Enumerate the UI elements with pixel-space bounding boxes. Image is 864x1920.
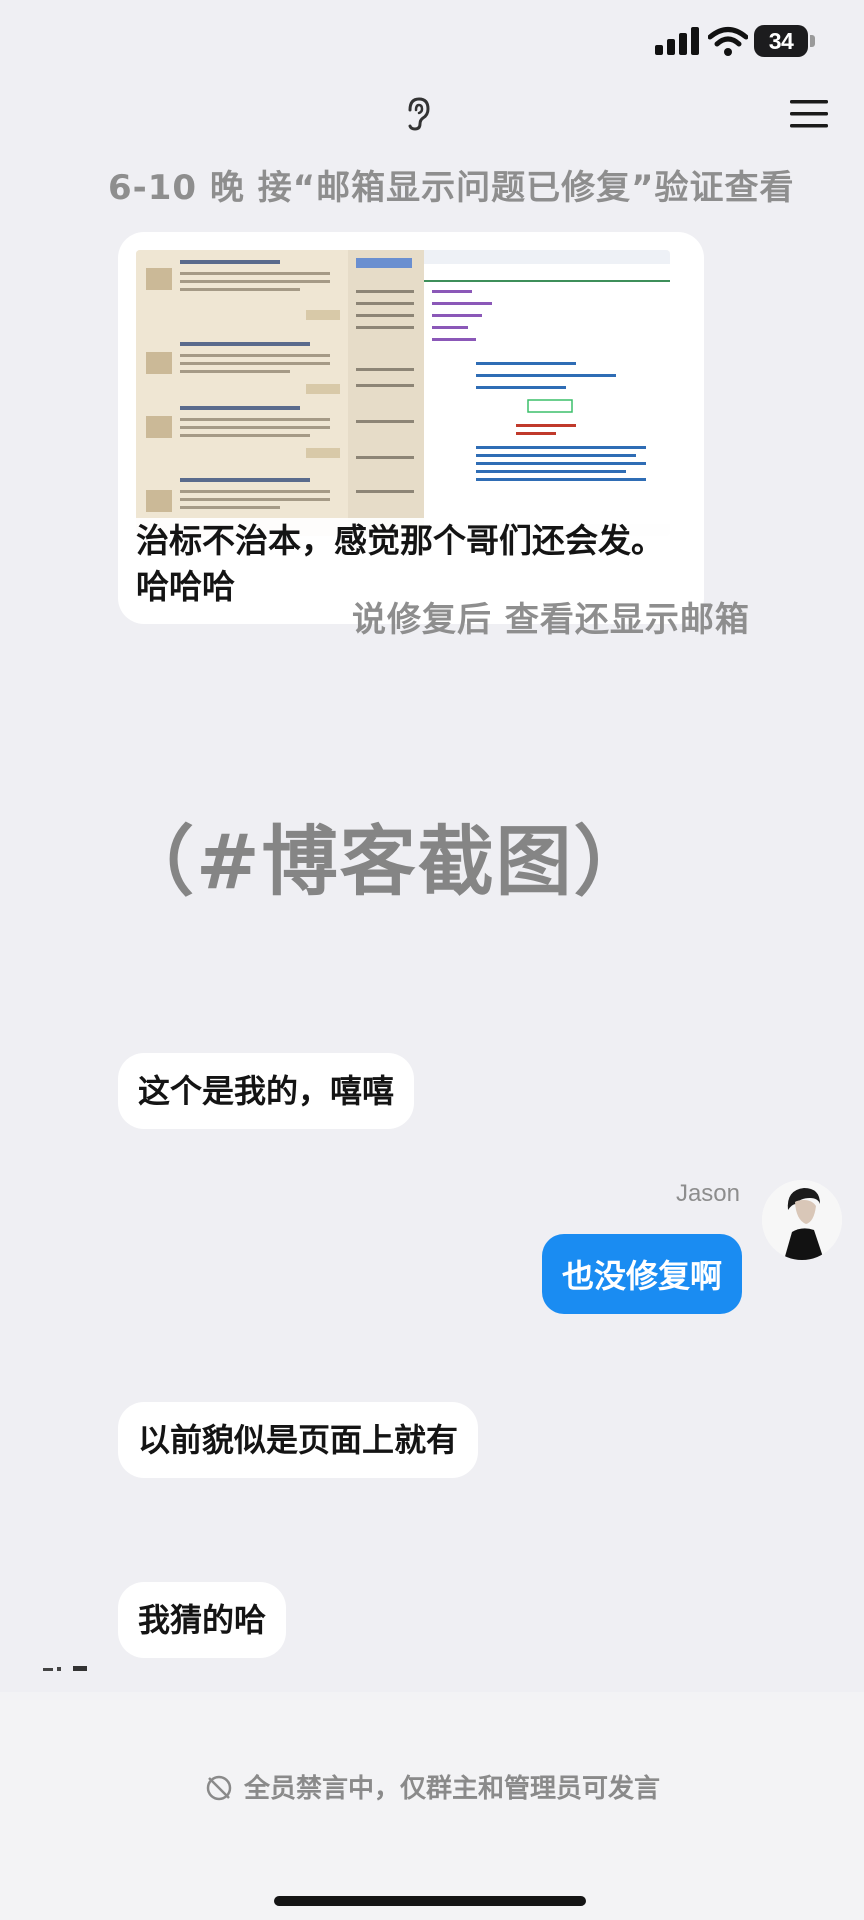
battery-level: 34 [768, 27, 794, 54]
blog-screenshot-image[interactable] [136, 250, 670, 536]
caption-line-1: 治标不治本，感觉那个哥们还会发。 [136, 521, 664, 560]
home-indicator[interactable] [274, 1896, 586, 1906]
avatar[interactable] [762, 1180, 842, 1260]
battery-icon: 34 [754, 25, 808, 57]
battery-cap [810, 35, 815, 47]
ear-icon[interactable] [404, 96, 432, 132]
message-text: 也没修复啊 [562, 1257, 723, 1295]
blog-screenshot-graphic [136, 250, 670, 536]
overlay-caption-tag: （#博客截图） [118, 817, 652, 906]
message-text: 这个是我的，嘻嘻 [138, 1072, 395, 1110]
message-text: 以前貌似是页面上就有 [138, 1421, 459, 1459]
status-bar: 34 [0, 0, 864, 84]
menu-icon[interactable] [790, 98, 828, 130]
avatar-image [762, 1180, 842, 1260]
sender-name: Jason [675, 1180, 740, 1207]
message-bubble[interactable]: 我猜的哈 [118, 1582, 287, 1658]
image-message-bubble[interactable]: 治标不治本，感觉那个哥们还会发。 哈哈哈 [118, 232, 704, 624]
message-text: 我猜的哈 [138, 1601, 267, 1639]
signal-icon [655, 27, 699, 55]
message-bubble[interactable]: 以前貌似是页面上就有 [118, 1402, 479, 1478]
overlay-caption-middle: 说修复后 查看还显示邮箱 [352, 600, 750, 640]
overlay-caption-top: 6-10 晚 接“邮箱显示问题已修复”验证查看 [108, 168, 795, 208]
stray-mark-graphic [43, 1666, 87, 1671]
muted-icon [206, 1775, 232, 1801]
mute-notice: 全员禁言中，仅群主和管理员可发言 [0, 1768, 864, 1805]
wifi-icon [708, 27, 748, 56]
chat-footer: 全员禁言中，仅群主和管理员可发言 [0, 1692, 864, 1920]
message-bubble[interactable]: 这个是我的，嘻嘻 [118, 1053, 415, 1129]
chat-header [0, 84, 864, 144]
self-message-bubble[interactable]: 也没修复啊 [542, 1234, 743, 1314]
mute-notice-text: 全员禁言中，仅群主和管理员可发言 [243, 1774, 660, 1804]
